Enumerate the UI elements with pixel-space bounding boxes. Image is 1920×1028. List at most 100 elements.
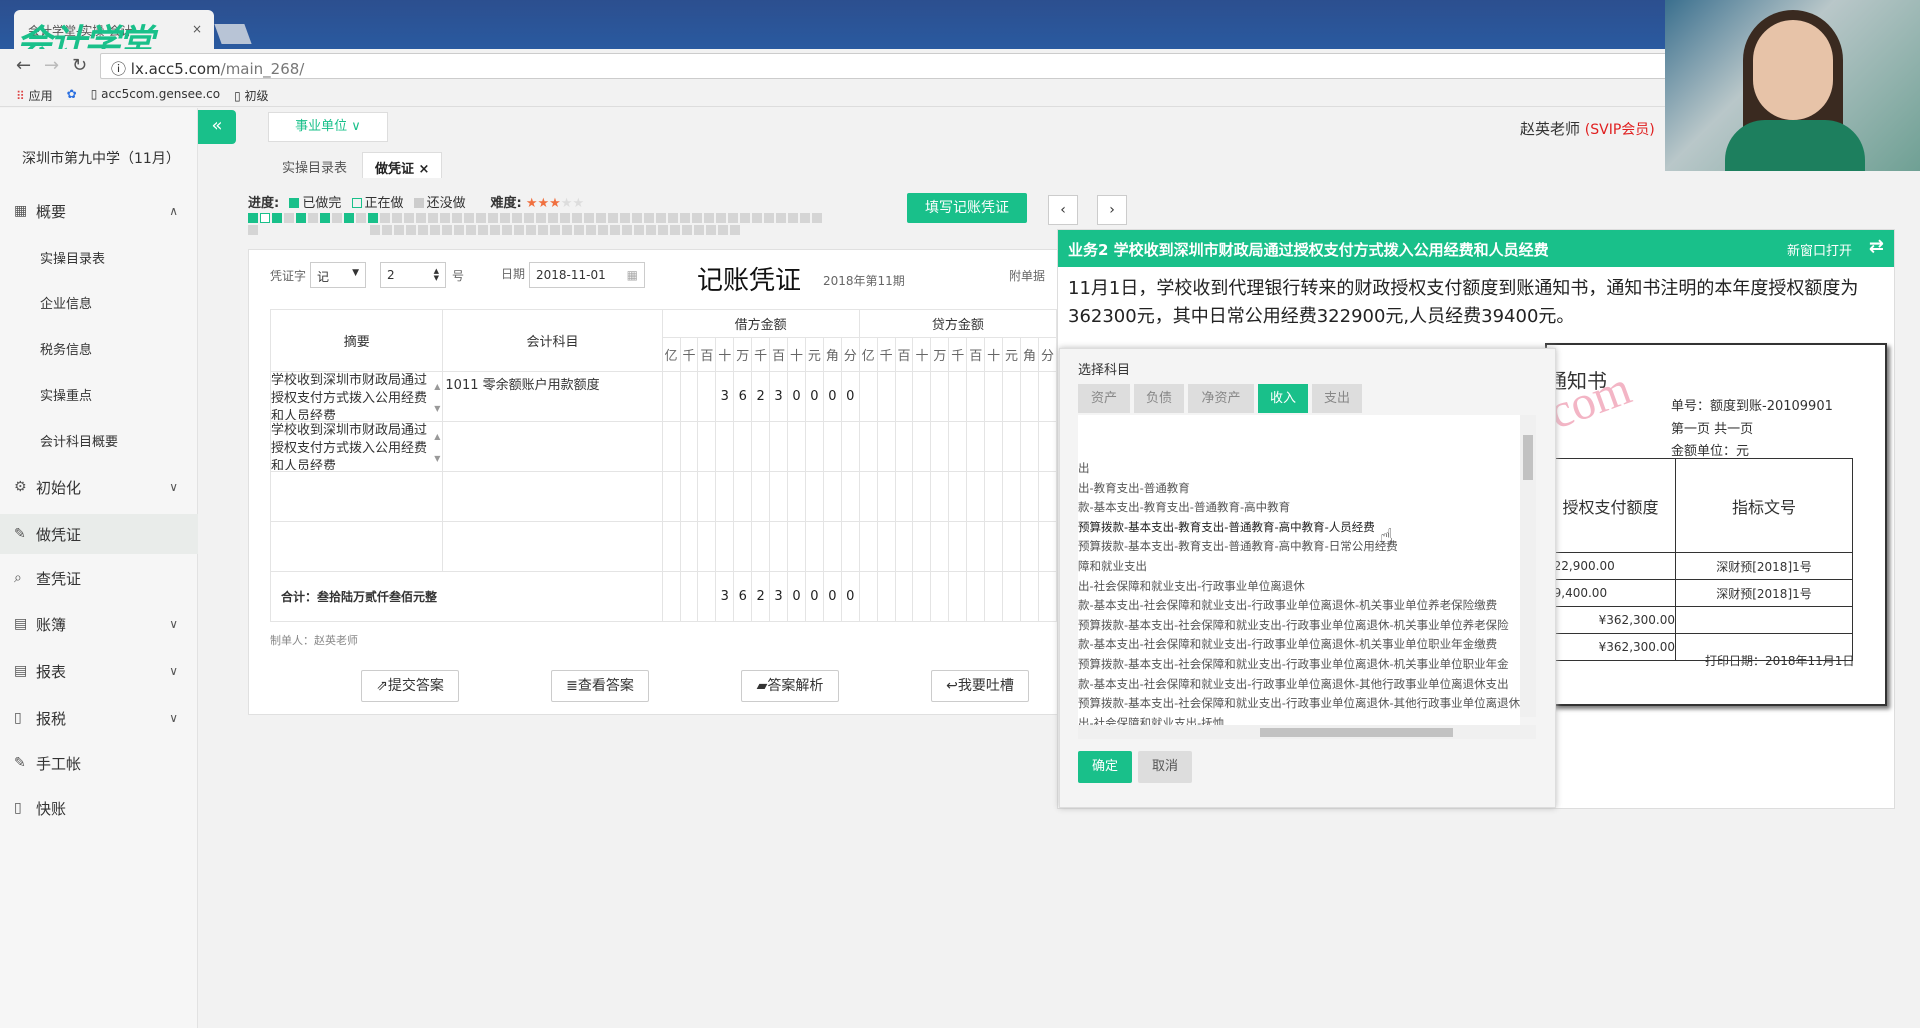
progress-cell[interactable] <box>502 225 512 235</box>
progress-cell[interactable] <box>440 213 450 223</box>
progress-cell[interactable] <box>382 225 392 235</box>
sidebar-item[interactable]: 税务信息 <box>0 328 198 368</box>
progress-cell[interactable] <box>668 213 678 223</box>
scroll-arrows-icon[interactable]: ▲ ▼ <box>434 376 440 420</box>
summary-cell[interactable]: 学校收到深圳市财政局通过授权支付方式拨入公用经费和人员经费 ▲ ▼ <box>269 371 444 422</box>
progress-cell[interactable] <box>488 213 498 223</box>
progress-cell[interactable] <box>608 213 618 223</box>
progress-cell[interactable] <box>490 225 500 235</box>
sidebar-item[interactable]: 会计科目概要 <box>0 420 198 460</box>
progress-cell[interactable] <box>394 225 404 235</box>
progress-cell[interactable] <box>248 213 258 223</box>
sidebar-item[interactable]: ▦ 概要 ∧ <box>0 191 198 231</box>
summary-cell[interactable] <box>269 521 444 572</box>
progress-cell[interactable] <box>752 213 762 223</box>
progress-cell[interactable] <box>380 213 390 223</box>
progress-cell[interactable] <box>404 213 414 223</box>
progress-cell[interactable] <box>476 213 486 223</box>
user-info[interactable]: 赵英老师 (SVIP会员) <box>1520 118 1655 139</box>
progress-cell[interactable] <box>656 213 666 223</box>
progress-cell[interactable] <box>418 225 428 235</box>
sidebar-item[interactable]: ▯ 快账 <box>0 788 198 828</box>
progress-cell[interactable] <box>788 213 798 223</box>
calendar-icon[interactable]: ▦ <box>627 268 638 282</box>
progress-cell[interactable] <box>320 213 330 223</box>
sidebar-item[interactable]: 企业信息 <box>0 282 198 322</box>
tab-catalog[interactable]: 实操目录表 <box>270 152 359 178</box>
account-option[interactable]: 款-基本支出-社会保障和就业支出-行政事业单位离退休-其他行政事业单位离退休支出 <box>1078 675 1520 695</box>
cancel-button[interactable]: 取消 <box>1138 751 1192 783</box>
unit-type-dropdown[interactable]: 事业单位 ∨ <box>268 112 388 142</box>
account-cell[interactable] <box>442 421 663 472</box>
progress-cell[interactable] <box>272 213 282 223</box>
account-option[interactable]: 障和就业支出 <box>1078 557 1520 577</box>
account-cell[interactable] <box>442 521 663 572</box>
sidebar-item[interactable]: ⚙ 初始化 ∨ <box>0 467 198 507</box>
sidebar-item[interactable]: ⌕ 查凭证 <box>0 558 198 598</box>
progress-cell[interactable] <box>706 225 716 235</box>
account-category-tab[interactable]: 负债 <box>1134 384 1184 413</box>
progress-cell[interactable] <box>248 225 258 235</box>
reload-icon[interactable]: ↻ <box>72 55 87 76</box>
bookmark-apps[interactable]: ⠿ 应用 <box>16 87 53 103</box>
progress-cell[interactable] <box>598 225 608 235</box>
sidebar-item[interactable]: ✎ 手工帐 <box>0 743 198 783</box>
progress-cell[interactable] <box>284 213 294 223</box>
vertical-scrollbar[interactable] <box>1520 415 1536 717</box>
progress-cell[interactable] <box>536 213 546 223</box>
account-option[interactable]: 出-社会保障和就业支出-行政事业单位离退休 <box>1078 577 1520 597</box>
progress-cell[interactable] <box>406 225 416 235</box>
progress-cell[interactable] <box>620 213 630 223</box>
voucher-number-input[interactable]: 2 ▲ ▼ <box>380 262 446 288</box>
collapse-sidebar-button[interactable]: « <box>198 110 236 144</box>
progress-cell[interactable] <box>454 225 464 235</box>
progress-cell[interactable] <box>718 225 728 235</box>
account-option[interactable]: 款-基本支出-社会保障和就业支出-行政事业单位离退休-机关事业单位职业年金缴费 <box>1078 635 1520 655</box>
progress-cell[interactable] <box>356 213 366 223</box>
progress-cell[interactable] <box>692 213 702 223</box>
progress-cell[interactable] <box>646 225 656 235</box>
progress-cell[interactable] <box>634 225 644 235</box>
next-button[interactable]: › <box>1097 195 1127 225</box>
account-category-tab[interactable]: 收入 <box>1258 384 1308 413</box>
bookmark-chuji[interactable]: ▯ 初级 <box>234 87 268 103</box>
progress-cell[interactable] <box>526 225 536 235</box>
account-option[interactable]: 款-基本支出-教育支出-普通教育-高中教育 <box>1078 498 1520 518</box>
account-option[interactable]: 出-社会保障和就业支出-抚恤 <box>1078 714 1520 725</box>
sidebar-item[interactable]: 实操目录表 <box>0 237 198 277</box>
account-option[interactable]: 款-基本支出-社会保障和就业支出-行政事业单位离退休-机关事业单位养老保险缴费 <box>1078 596 1520 616</box>
scroll-arrows-icon[interactable]: ▲ ▼ <box>434 426 440 470</box>
progress-cell[interactable] <box>478 225 488 235</box>
progress-cell[interactable] <box>392 213 402 223</box>
progress-cell[interactable] <box>500 213 510 223</box>
back-icon[interactable]: ← <box>16 55 31 76</box>
progress-cell[interactable] <box>368 213 378 223</box>
progress-cell[interactable] <box>428 213 438 223</box>
progress-cell[interactable] <box>800 213 810 223</box>
account-category-tab[interactable]: 资产 <box>1078 384 1130 413</box>
voucher-word-select[interactable]: 记 ▼ <box>310 262 366 288</box>
progress-cell[interactable] <box>332 213 342 223</box>
account-option[interactable]: 预算拨款-基本支出-社会保障和就业支出-行政事业单位离退休-机关事业单位养老保险 <box>1078 616 1520 636</box>
progress-cell[interactable] <box>596 213 606 223</box>
baidu-icon[interactable]: ✿ <box>67 87 77 102</box>
progress-cell[interactable] <box>560 213 570 223</box>
progress-cell[interactable] <box>658 225 668 235</box>
progress-cell[interactable] <box>670 225 680 235</box>
tab-voucher[interactable]: 做凭证 × <box>362 152 443 178</box>
progress-cell[interactable] <box>416 213 426 223</box>
account-option[interactable]: 出 <box>1078 459 1520 479</box>
account-category-tab[interactable]: 净资产 <box>1188 384 1254 413</box>
progress-cell[interactable] <box>574 225 584 235</box>
progress-cell[interactable] <box>442 225 452 235</box>
progress-cell[interactable] <box>514 225 524 235</box>
account-option[interactable]: 出-教育支出-普通教育 <box>1078 479 1520 499</box>
progress-cell[interactable] <box>632 213 642 223</box>
progress-cell[interactable] <box>562 225 572 235</box>
progress-cell[interactable] <box>610 225 620 235</box>
account-option[interactable]: 预算拨款-基本支出-社会保障和就业支出-行政事业单位离退休-机关事业单位职业年金 <box>1078 655 1520 675</box>
horizontal-scrollbar[interactable] <box>1078 725 1536 739</box>
account-cell[interactable]: 1011 零余额账户用款额度 <box>442 371 663 422</box>
date-input[interactable]: 2018-11-01 ▦ <box>529 262 645 288</box>
stepper-icon[interactable]: ▲ ▼ <box>434 268 439 282</box>
